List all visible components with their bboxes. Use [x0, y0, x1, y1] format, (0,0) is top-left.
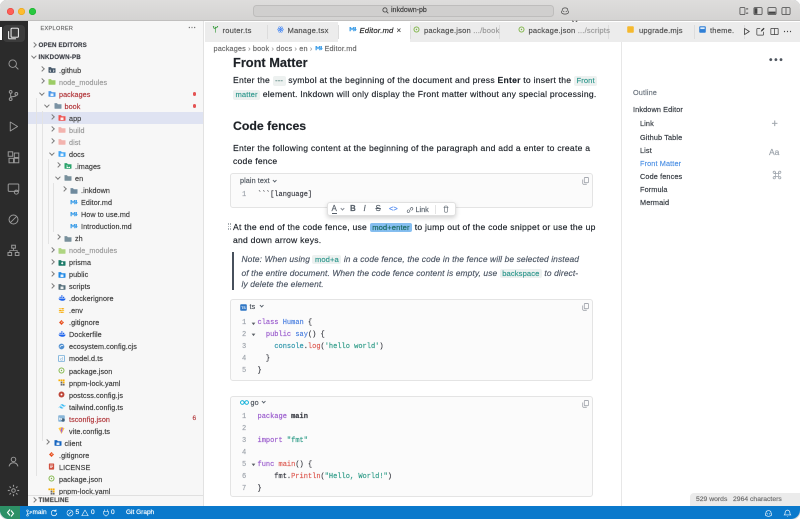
svg-text:TS: TS [241, 306, 246, 310]
svg-text:ts: ts [59, 417, 62, 421]
svg-text:d: d [60, 356, 63, 361]
